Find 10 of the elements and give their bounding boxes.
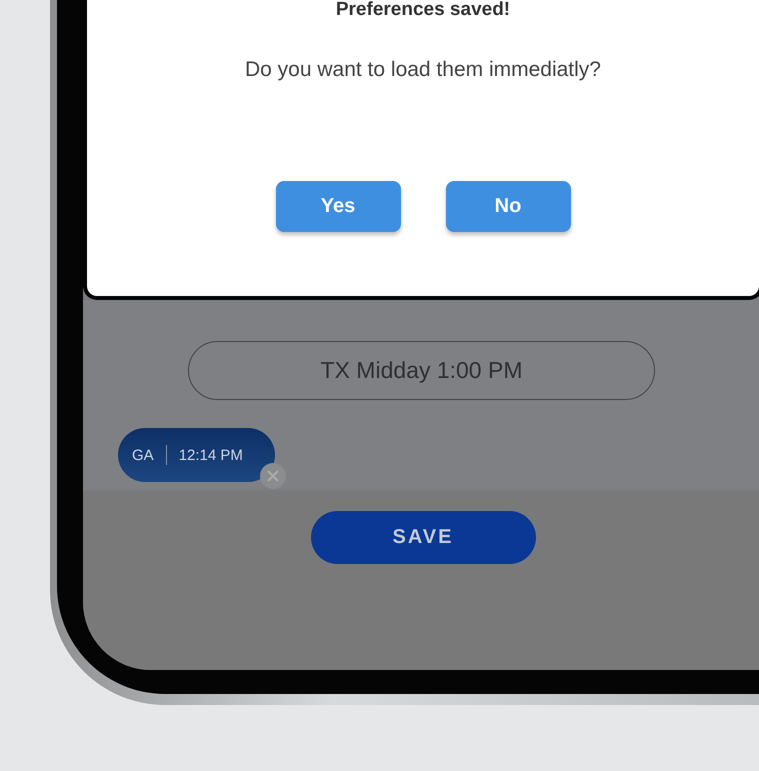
save-button[interactable]: SAVE: [310, 511, 536, 564]
time-input-field[interactable]: TX Midday 1:00 PM: [188, 341, 655, 400]
chip-time-label: 12:14 PM: [178, 446, 243, 464]
dialog-title: Preferences saved!: [336, 0, 510, 20]
close-icon[interactable]: [259, 462, 287, 490]
time-chip[interactable]: GA 12:14 PM: [118, 428, 275, 482]
dialog-message: Do you want to load them immediatly?: [244, 58, 601, 82]
cancel-button[interactable]: No: [446, 181, 570, 232]
confirm-button[interactable]: Yes: [276, 181, 400, 232]
chip-state-label: GA: [132, 446, 154, 464]
